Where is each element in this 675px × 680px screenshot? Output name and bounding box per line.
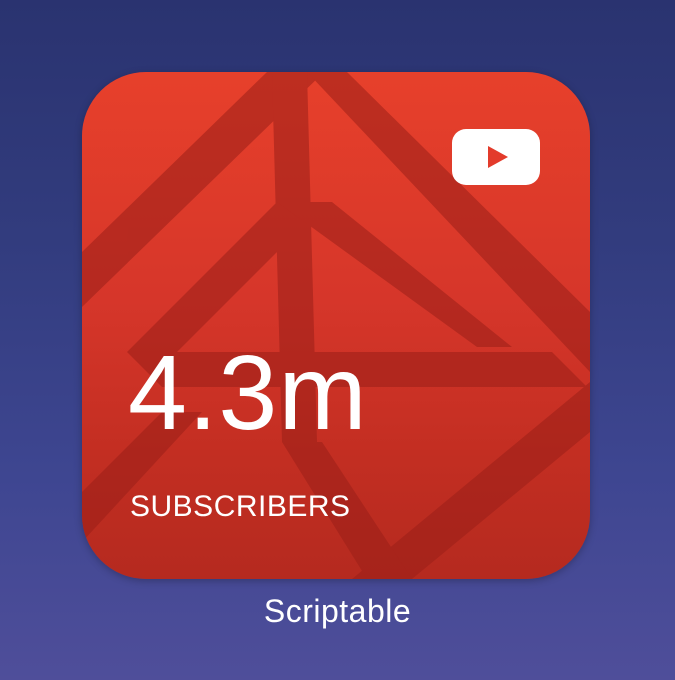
youtube-subscribers-widget[interactable]: 4.3m SUBSCRIBERS <box>82 72 590 579</box>
youtube-play-icon <box>452 129 540 185</box>
subscriber-count: 4.3m <box>128 334 368 452</box>
subscribers-label: SUBSCRIBERS <box>130 490 351 523</box>
widget-app-label: Scriptable <box>263 593 412 629</box>
